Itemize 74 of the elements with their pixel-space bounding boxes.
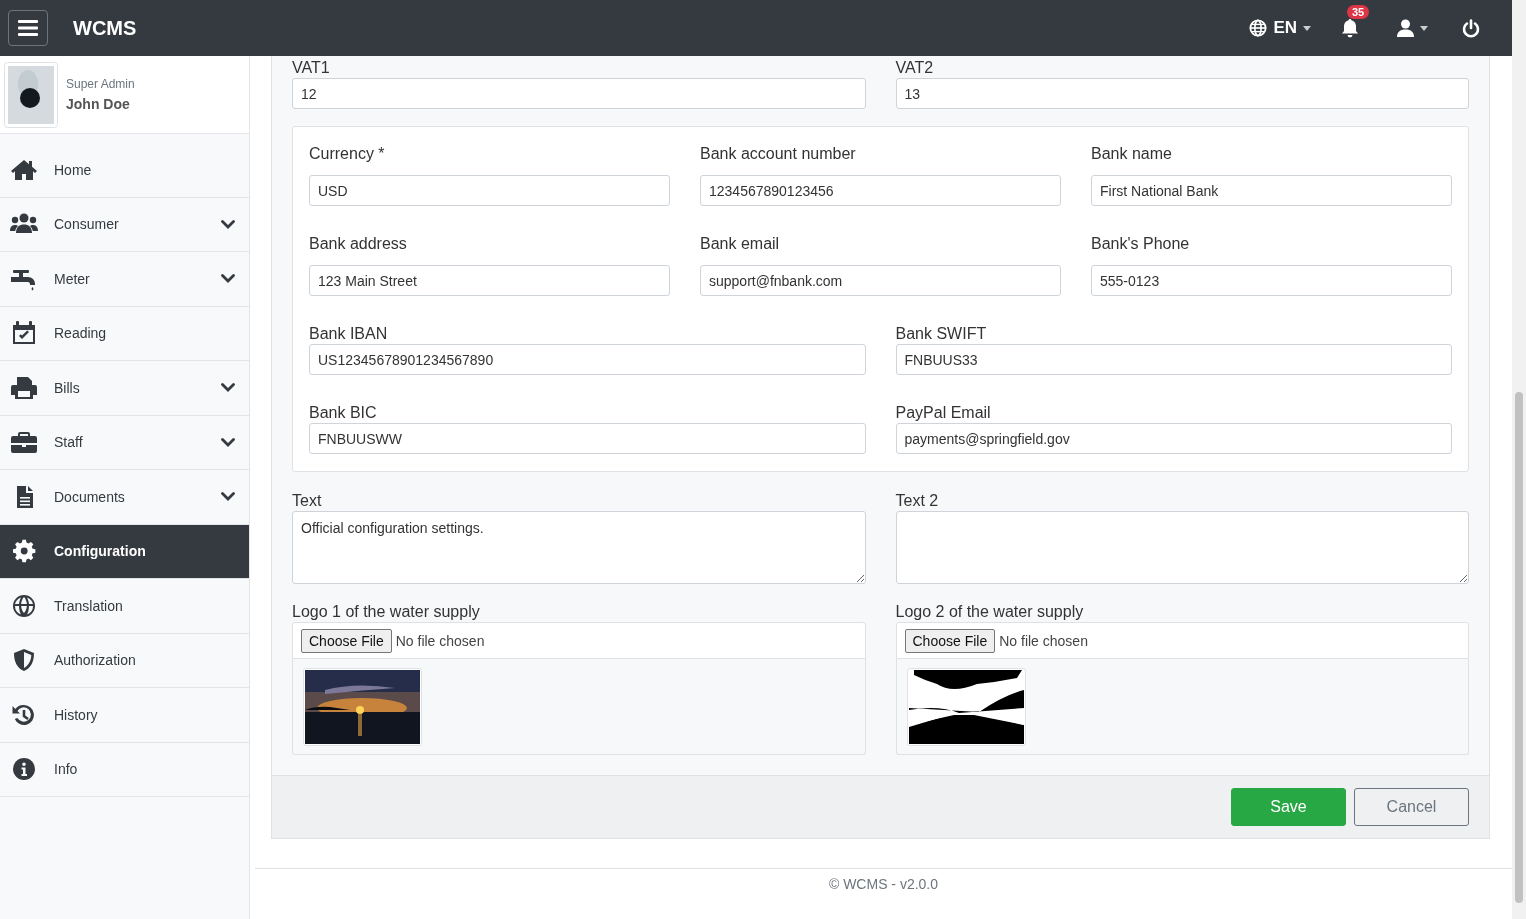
sidebar-item[interactable]: Info [0,742,249,797]
sidebar-item[interactable]: Documents [0,470,249,525]
bell-icon [1341,18,1359,38]
choose-file-button[interactable]: Choose File [301,628,392,653]
sidebar-item[interactable]: Bills [0,361,249,416]
file-input[interactable]: Choose File No file chosen [292,622,866,659]
text-area[interactable]: Official configuration settings. [292,511,866,584]
field-label: Logo 2 of the water supply [895,602,1085,622]
user-name: John Doe [66,96,131,112]
input-field[interactable]: support@fnbank.com [700,265,1061,296]
calendar-icon [10,321,38,346]
field-label: Bank name [1091,144,1173,164]
sidebar-item[interactable]: Translation [0,579,249,634]
field-label: VAT1 [292,58,331,78]
gear-icon [10,539,38,564]
field-label: Currency * [309,144,386,164]
notification-count: 35 [1347,5,1370,19]
sidebar-item[interactable]: Home [0,143,249,198]
choose-file-button[interactable]: Choose File [904,628,996,653]
input-field[interactable]: 123 Main Street [309,265,670,296]
scrollbar[interactable] [1512,0,1526,919]
power-button[interactable] [1462,18,1480,38]
field-label: Bank SWIFT [895,324,988,344]
file-status: No file chosen [395,632,485,649]
notifications-button[interactable] [1341,18,1359,38]
input-field[interactable]: 1234567890123456 [700,175,1061,206]
printer-icon [10,375,38,400]
field-label: Bank BIC [309,403,378,423]
globe-icon [1249,19,1268,37]
field-label: PayPal Email [895,403,992,423]
user-menu-button[interactable] [1397,19,1428,37]
input-field[interactable]: payments@springfield.gov [895,423,1452,454]
input-field[interactable]: 13 [895,78,1469,109]
caret-down-icon [1303,25,1311,31]
input-field[interactable]: 555-0123 [1091,265,1452,296]
field-label: Logo 1 of the water supply [292,602,481,622]
field-label: Text 2 [895,491,940,511]
sidebar-item[interactable]: Consumer [0,197,249,252]
field-label: Bank's Phone [1091,234,1191,254]
briefcase-icon [10,430,38,455]
field-label: Bank email [700,234,781,254]
field-label: Bank address [309,234,408,254]
menu-icon [18,19,38,37]
avatar [4,61,58,128]
cancel-button[interactable]: Cancel [1354,788,1469,826]
field-label: VAT2 [895,58,935,78]
caret-down-icon [1420,25,1428,31]
menu-button[interactable] [8,10,48,46]
user-role: Super Admin [66,77,135,91]
input-field[interactable]: USD [309,175,670,206]
input-field[interactable]: US12345678901234567890 [309,344,866,375]
info-icon [10,757,38,782]
field-label: Text [292,491,323,511]
home-icon [10,157,38,182]
input-field[interactable]: FNBUUS33 [895,344,1452,375]
file-status: No file chosen [999,632,1088,649]
sidebar-item[interactable]: History [0,688,249,743]
power-icon [1462,18,1480,38]
sidebar-item[interactable]: Configuration [0,524,249,579]
globe-icon [10,593,38,618]
brand-title: WCMS [73,16,137,40]
input-field[interactable]: FNBUUSWW [309,423,866,454]
input-field[interactable]: First National Bank [1091,175,1452,206]
sidebar-item[interactable]: Authorization [0,633,249,688]
footer-text: © WCMS - v2.0.0 [828,875,939,892]
field-label: Bank account number [700,144,857,164]
sidebar-item[interactable]: Meter [0,252,249,307]
person-icon [1397,19,1414,37]
sidebar-item[interactable]: Staff [0,415,249,470]
file-input[interactable]: Choose File No file chosen [895,622,1469,659]
language-dropdown[interactable]: EN [1249,18,1311,38]
field-label: Bank IBAN [309,324,389,344]
sidebar-item[interactable]: Reading [0,306,249,361]
input-field[interactable]: 12 [292,78,866,109]
